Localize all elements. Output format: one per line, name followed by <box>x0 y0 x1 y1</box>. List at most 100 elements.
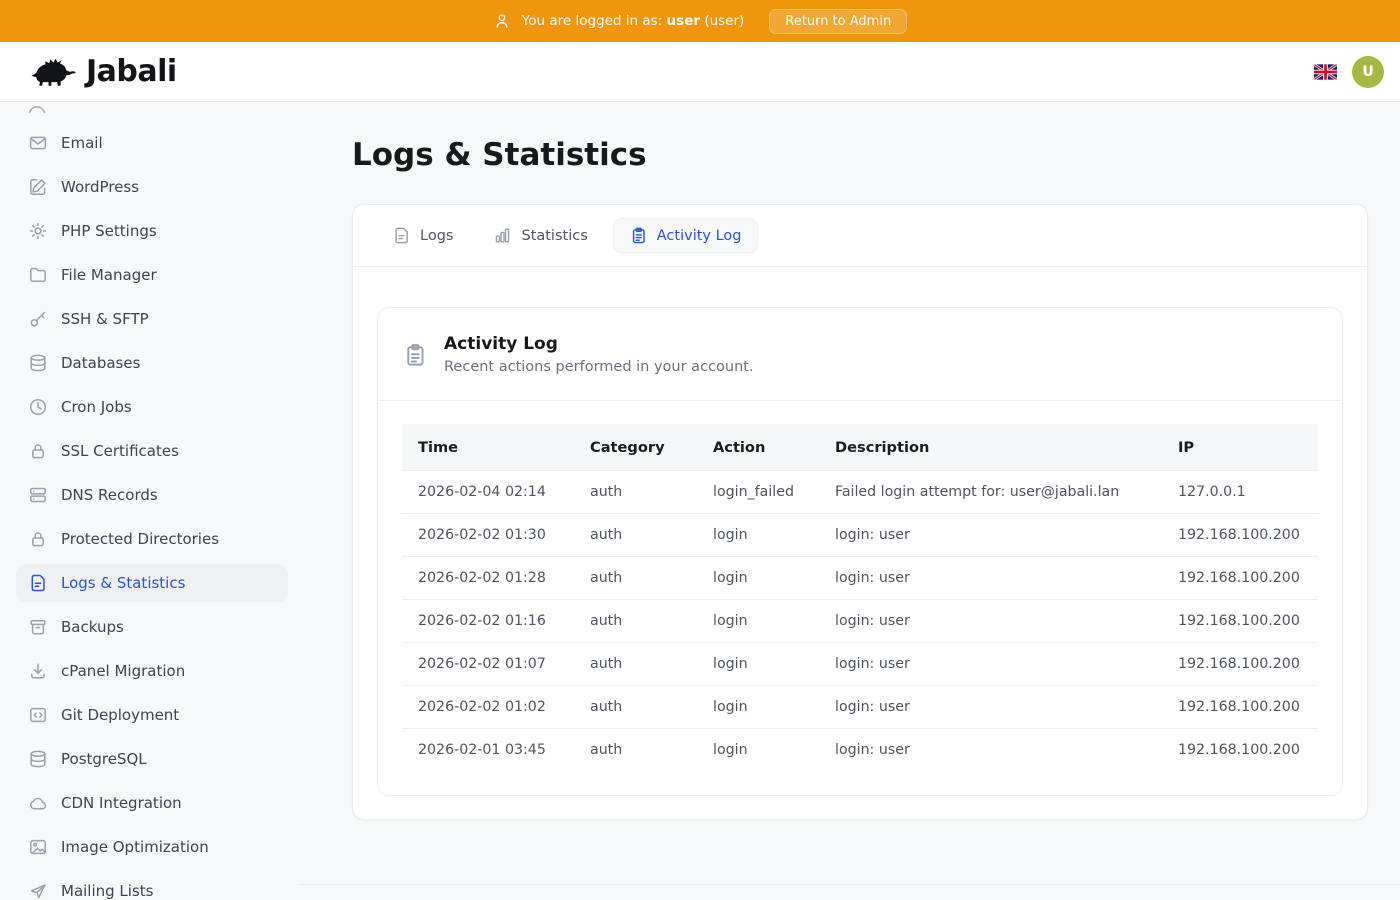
sidebar-item-label: File Manager <box>61 266 157 284</box>
cell-description: login: user <box>819 557 1162 600</box>
cell-action: login <box>697 643 819 686</box>
sidebar-item-label: SSL Certificates <box>61 442 179 460</box>
cell-category: auth <box>574 643 697 686</box>
tab-label: Statistics <box>521 228 587 244</box>
sidebar-item-php-settings[interactable]: PHP Settings <box>16 212 288 250</box>
send-icon <box>28 881 48 900</box>
database-icon <box>28 749 48 769</box>
logs-statistics-panel: Logs Statistics Activity Log Activity <box>352 204 1368 820</box>
partial-scrolled-item-icon <box>28 103 46 113</box>
sidebar-item-image-optimization[interactable]: Image Optimization <box>16 828 288 866</box>
sidebar-item-databases[interactable]: Databases <box>16 344 288 382</box>
cell-action: login_failed <box>697 471 819 514</box>
sidebar-item-dns-records[interactable]: DNS Records <box>16 476 288 514</box>
cell-time: 2026-02-02 01:28 <box>402 557 574 600</box>
tab-label: Activity Log <box>657 228 742 244</box>
sidebar-item-label: Cron Jobs <box>61 398 132 416</box>
sidebar-item-ssl-certificates[interactable]: SSL Certificates <box>16 432 288 470</box>
clipboard-icon <box>402 342 428 368</box>
sidebar-item-mailing-lists[interactable]: Mailing Lists <box>16 872 288 900</box>
sidebar-item-label: cPanel Migration <box>61 662 185 680</box>
table-row: 2026-02-02 01:28 auth login login: user … <box>402 557 1318 600</box>
sidebar-nav: Email WordPress PHP Settings File Manage… <box>0 102 300 900</box>
sidebar-item-label: SSH & SFTP <box>61 310 149 328</box>
database-icon <box>28 353 48 373</box>
cell-action: login <box>697 729 819 772</box>
sidebar-item-git-deployment[interactable]: Git Deployment <box>16 696 288 734</box>
app-header: Jabali U <box>0 42 1400 102</box>
cell-ip: 192.168.100.200 <box>1162 686 1318 729</box>
sidebar-item-ssh-sftp[interactable]: SSH & SFTP <box>16 300 288 338</box>
cell-action: login <box>697 557 819 600</box>
sidebar-item-label: Email <box>61 134 103 152</box>
login-status-text: You are logged in as: user (user) <box>522 13 745 29</box>
table-row: 2026-02-02 01:30 auth login login: user … <box>402 514 1318 557</box>
sidebar-item-cdn-integration[interactable]: CDN Integration <box>16 784 288 822</box>
user-avatar[interactable]: U <box>1352 56 1384 88</box>
sidebar-item-postgresql[interactable]: PostgreSQL <box>16 740 288 778</box>
table-header-row: Time Category Action Description IP <box>402 424 1318 471</box>
cell-category: auth <box>574 557 697 600</box>
cloud-icon <box>28 793 48 813</box>
download-icon <box>28 661 48 681</box>
column-header-ip: IP <box>1162 424 1318 471</box>
table-row: 2026-02-02 01:07 auth login login: user … <box>402 643 1318 686</box>
cell-ip: 192.168.100.200 <box>1162 729 1318 772</box>
card-subtitle: Recent actions performed in your account… <box>444 359 754 375</box>
column-header-category: Category <box>574 424 697 471</box>
archive-box-icon <box>28 617 48 637</box>
return-to-admin-button[interactable]: Return to Admin <box>769 9 907 34</box>
activity-log-table: Time Category Action Description IP 2026… <box>402 424 1318 771</box>
tab-bar: Logs Statistics Activity Log <box>353 205 1367 267</box>
sidebar-item-label: DNS Records <box>61 486 158 504</box>
sidebar-item-label: Mailing Lists <box>61 882 153 900</box>
table-row: 2026-02-04 02:14 auth login_failed Faile… <box>402 471 1318 514</box>
page-title: Logs & Statistics <box>352 136 1368 174</box>
sidebar-item-label: Protected Directories <box>61 530 219 548</box>
login-username: user <box>667 13 700 29</box>
brand-logo[interactable]: Jabali <box>30 54 177 89</box>
cell-ip: 127.0.0.1 <box>1162 471 1318 514</box>
footer-divider <box>300 884 1400 885</box>
sidebar-item-label: WordPress <box>61 178 139 196</box>
tab-logs[interactable]: Logs <box>377 219 468 252</box>
cell-action: login <box>697 600 819 643</box>
bar-chart-icon <box>493 226 512 245</box>
table-row: 2026-02-02 01:02 auth login login: user … <box>402 686 1318 729</box>
sidebar-item-cron-jobs[interactable]: Cron Jobs <box>16 388 288 426</box>
cell-category: auth <box>574 686 697 729</box>
cell-time: 2026-02-02 01:07 <box>402 643 574 686</box>
cell-ip: 192.168.100.200 <box>1162 643 1318 686</box>
sidebar-item-backups[interactable]: Backups <box>16 608 288 646</box>
cell-description: login: user <box>819 686 1162 729</box>
sidebar-item-email[interactable]: Email <box>16 124 288 162</box>
tab-statistics[interactable]: Statistics <box>478 219 602 252</box>
sidebar-item-label: Image Optimization <box>61 838 209 856</box>
lock-icon <box>28 441 48 461</box>
column-header-description: Description <box>819 424 1162 471</box>
main-content: Logs & Statistics Logs Statistics Activi… <box>300 102 1400 900</box>
sidebar-item-file-manager[interactable]: File Manager <box>16 256 288 294</box>
cell-action: login <box>697 514 819 557</box>
cell-description: login: user <box>819 643 1162 686</box>
table-row: 2026-02-02 01:16 auth login login: user … <box>402 600 1318 643</box>
tab-activity-log[interactable]: Activity Log <box>613 218 758 253</box>
sidebar-item-logs-statistics[interactable]: Logs & Statistics <box>16 564 288 602</box>
sidebar-item-label: Logs & Statistics <box>61 574 185 592</box>
cell-description: login: user <box>819 600 1162 643</box>
mail-icon <box>28 133 48 153</box>
card-title: Activity Log <box>444 334 754 354</box>
document-icon <box>392 226 411 245</box>
impersonation-banner: You are logged in as: user (user) Return… <box>0 0 1400 42</box>
sidebar-item-wordpress[interactable]: WordPress <box>16 168 288 206</box>
lock-icon <box>28 529 48 549</box>
cell-time: 2026-02-01 03:45 <box>402 729 574 772</box>
brand-name: Jabali <box>86 54 177 89</box>
sidebar-item-protected-directories[interactable]: Protected Directories <box>16 520 288 558</box>
cell-category: auth <box>574 514 697 557</box>
image-icon <box>28 837 48 857</box>
sidebar-item-cpanel-migration[interactable]: cPanel Migration <box>16 652 288 690</box>
uk-flag-icon[interactable] <box>1314 64 1337 80</box>
cell-action: login <box>697 686 819 729</box>
person-icon <box>493 12 511 30</box>
